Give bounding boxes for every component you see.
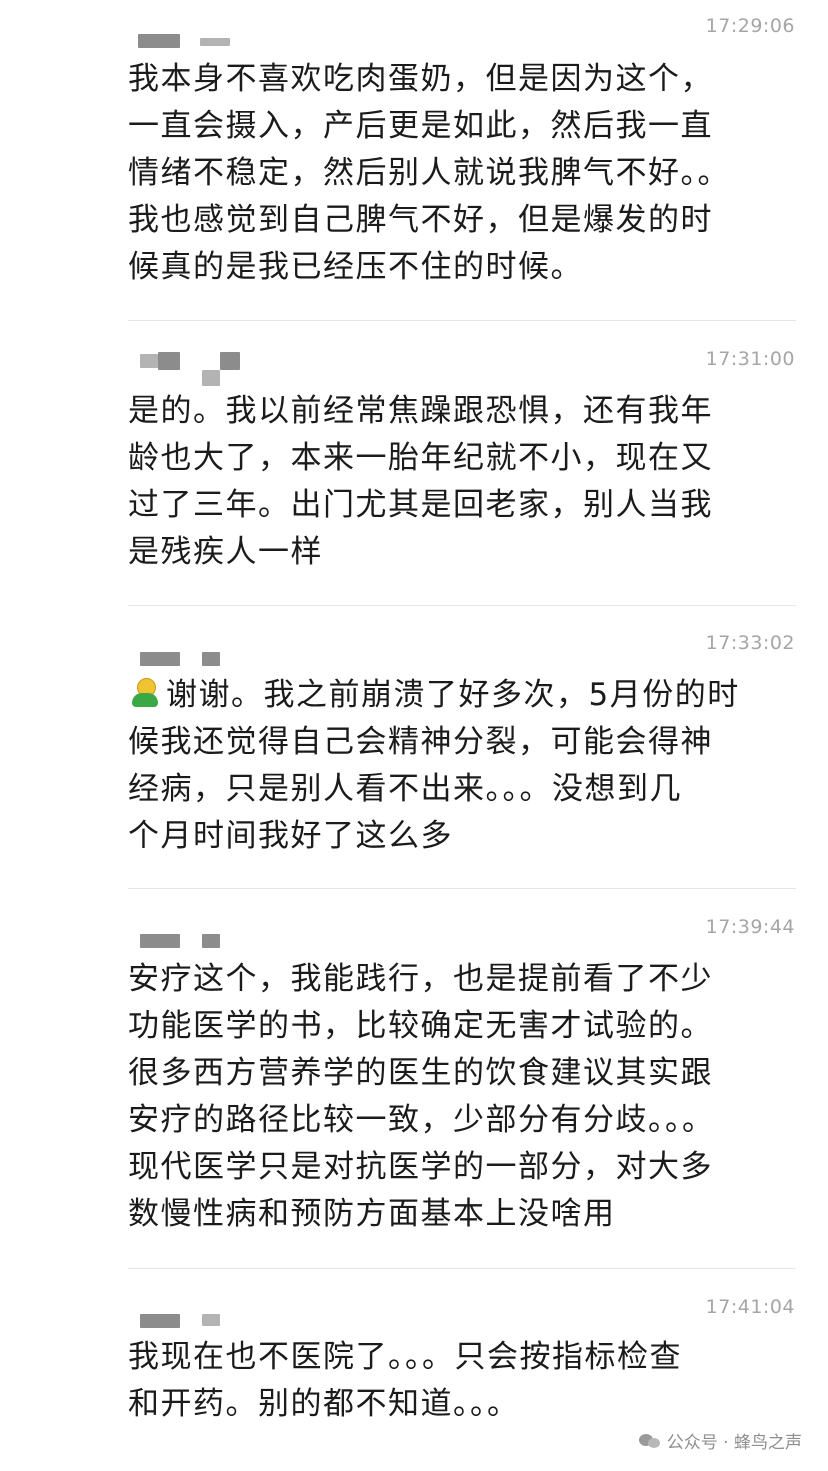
message-text: 是的。我以前经常焦躁跟恐惧，还有我年 龄也大了，本来一胎年纪就不小，现在又 过了… — [128, 393, 713, 570]
message-divider — [128, 320, 796, 321]
sender-name-blurred — [140, 652, 230, 666]
message-text: 安疗这个，我能践行，也是提前看了不少 功能医学的书，比较确定无害才试验的。 很多… — [128, 961, 715, 1232]
message-timestamp: 17:31:00 — [705, 348, 795, 370]
message-text: 谢谢。我之前崩溃了好多次，5月份的时 候我还觉得自己会精神分裂，可能会得神 经病… — [128, 677, 740, 854]
message-divider — [128, 888, 796, 889]
message-divider — [128, 605, 796, 606]
message-timestamp: 17:39:44 — [705, 916, 795, 938]
message-timestamp: 17:29:06 — [705, 15, 795, 37]
sender-name-blurred — [138, 32, 238, 48]
message-divider — [128, 1268, 796, 1269]
watermark: 公众号 · 蜂鸟之声 — [638, 1428, 802, 1453]
sender-name-blurred — [140, 934, 230, 948]
message-timestamp: 17:41:04 — [705, 1296, 795, 1318]
message-text: 我现在也不医院了。。。只会按指标检查 和开药。别的都不知道。。。 — [128, 1339, 682, 1422]
sender-name-blurred — [140, 1314, 230, 1328]
sender-name-blurred — [140, 352, 250, 388]
message-text: 我本身不喜欢吃肉蛋奶，但是因为这个， 一直会摄入，产后更是如此，然后我一直 情绪… — [128, 61, 730, 285]
message-timestamp: 17:33:02 — [705, 632, 795, 654]
watermark-text: 公众号 · 蜂鸟之声 — [666, 1433, 802, 1453]
person-emoji-icon — [128, 677, 162, 709]
wechat-icon — [638, 1432, 661, 1450]
